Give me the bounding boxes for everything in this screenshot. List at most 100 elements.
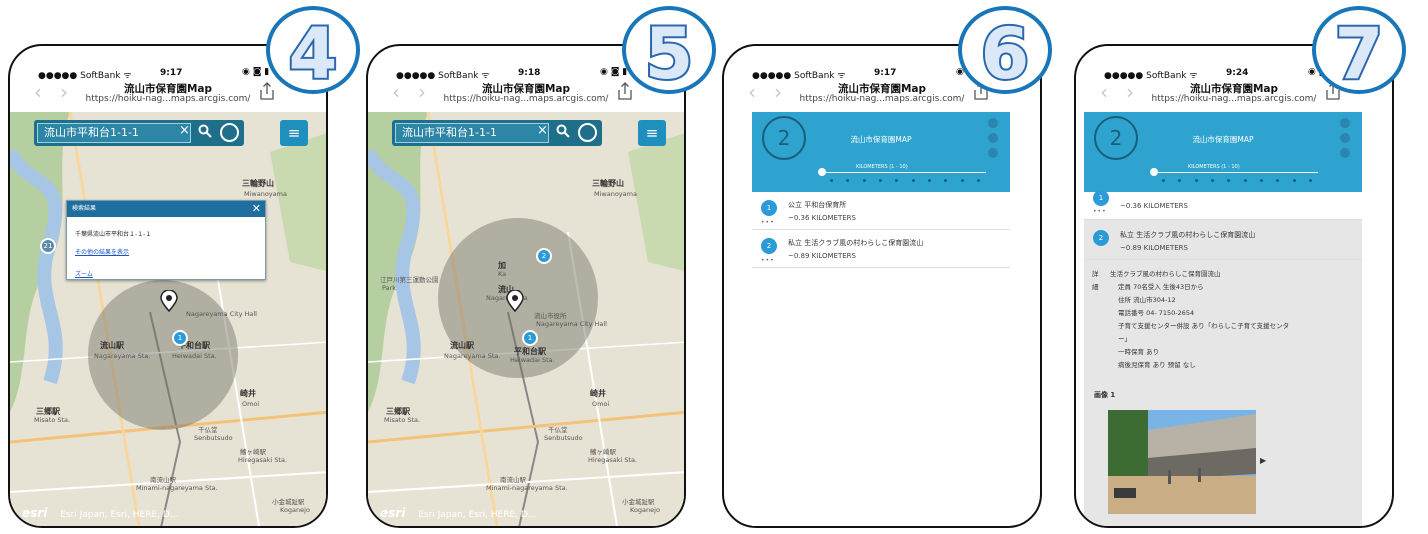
collapse-icon[interactable] <box>1340 133 1350 143</box>
clock: 9:18 <box>518 68 541 78</box>
slider-handle[interactable] <box>1150 168 1158 176</box>
map-label: Koganejo <box>280 506 310 514</box>
result-number: 2 <box>1093 230 1109 246</box>
locate-icon[interactable] <box>578 123 597 142</box>
step-badge-5: 5 <box>622 6 716 96</box>
menu-button[interactable]: ≡ <box>638 120 666 146</box>
map-view[interactable]: 流山市平和台1-1-1 × ≡ 三輪野山 Miwanoyama 加 Ka 流山 … <box>368 112 684 526</box>
panel-controls <box>1340 118 1350 163</box>
map-label: 小金城趾駅 <box>272 498 305 506</box>
detail-line: 一時保育 あり <box>1118 348 1160 356</box>
map-label: 三輪野山 <box>242 179 274 188</box>
step-badge-4: 4 <box>266 6 360 96</box>
map-label: Miwanoyama <box>244 190 287 198</box>
list-item[interactable]: 1 公立 平和台保育所 ~0.36 KILOMETERS ••• <box>752 192 1010 230</box>
location-pin-icon <box>160 290 178 312</box>
zoom-link[interactable]: ズーム <box>75 269 93 278</box>
list-item[interactable]: 2 私立 生活クラブ風の村わらしこ保育園流山 ~0.89 KILOMETERS … <box>752 230 1010 268</box>
map-label: 鰭ヶ崎駅 <box>590 448 616 456</box>
map-label: Senbutsudo <box>544 434 583 442</box>
clear-icon[interactable]: × <box>179 123 190 138</box>
info-icon[interactable] <box>988 148 998 158</box>
map-label: 小金城趾駅 <box>622 498 655 506</box>
step-number: 7 <box>1333 12 1386 96</box>
map-label: Nagareyama City Hall <box>186 310 257 318</box>
close-icon[interactable] <box>1340 118 1350 128</box>
detail-line: 子育て支援センター併設 あり「わらしこ子育て支援センタ <box>1118 322 1290 330</box>
distance-slider[interactable] <box>824 172 986 173</box>
esri-logo: esri <box>22 506 48 520</box>
clock: 9:17 <box>160 68 183 78</box>
image-label: 画像 1 <box>1094 391 1116 399</box>
search-input[interactable]: 流山市平和台1-1-1 <box>37 123 191 143</box>
close-icon[interactable]: ✕ <box>252 202 261 215</box>
collapse-icon[interactable] <box>988 133 998 143</box>
detail-line: 病後児保育 あり 预留 なし <box>1118 361 1196 369</box>
clock: 9:24 <box>1226 68 1249 78</box>
result-marker[interactable]: 2 <box>536 248 552 264</box>
url-text[interactable]: https://hoiku-nag...maps.arcgis.com/ <box>368 94 684 104</box>
detail-line: 電話番号 04- 7150-2654 <box>1118 309 1195 317</box>
popup-address: 千葉県流山市平和台１-１-１ <box>75 231 152 238</box>
map-label: Hiregasaki Sta. <box>588 456 638 464</box>
facility-name: 私立 生活クラブ風の村わらしこ保育園流山 <box>788 239 924 247</box>
detail-line: 生活クラブ風の村わらしこ保育園流山 <box>1110 270 1221 278</box>
panel-title: 流山市保育園MAP <box>850 135 912 144</box>
detail-line: ー」 <box>1118 335 1131 343</box>
detail-line: 住所 流山市304-12 <box>1118 296 1176 304</box>
list-item[interactable]: 1 ~0.36 KILOMETERS ••• <box>1084 190 1362 220</box>
map-label: Ka <box>498 270 507 278</box>
phone-screen-6: ●●●●● SoftBank ᯤ 9:17 ◉ ◙ ▮ ‹ › 流山市保育園Ma… <box>722 44 1042 528</box>
info-icon[interactable] <box>1340 148 1350 158</box>
close-icon[interactable] <box>988 118 998 128</box>
locate-icon[interactable] <box>220 123 239 142</box>
search-icon[interactable] <box>556 124 570 138</box>
facility-distance: ~0.36 KILOMETERS <box>1120 202 1188 210</box>
detail-side-label: 詳 細 <box>1092 268 1102 294</box>
result-number: 1 <box>1093 190 1109 206</box>
map-label: Minami-nagareyama Sta. <box>136 484 218 492</box>
clear-icon[interactable]: × <box>537 123 548 138</box>
slider-handle[interactable] <box>818 168 826 176</box>
more-icon[interactable]: ••• <box>761 219 775 226</box>
facility-name: 私立 生活クラブ風の村わらしこ保育園流山 <box>1120 231 1256 239</box>
url-text[interactable]: https://hoiku-nag...maps.arcgis.com/ <box>10 94 326 104</box>
more-results-link[interactable]: その他の結果を表示 <box>75 247 129 256</box>
more-icon[interactable]: ••• <box>1093 208 1107 215</box>
next-image-icon[interactable]: ▶ <box>1260 456 1266 465</box>
map-label: 崎井 <box>240 389 256 398</box>
facility-name: 公立 平和台保育所 <box>788 201 847 209</box>
search-icon[interactable] <box>198 124 212 138</box>
url-text[interactable]: https://hoiku-nag...maps.arcgis.com/ <box>724 94 1040 104</box>
result-marker[interactable]: 1 <box>172 330 188 346</box>
facility-detail: 詳 細 生活クラブ風の村わらしこ保育園流山 定員 70名受入 生後43日から 住… <box>1092 268 1354 372</box>
map-label: 三輪野山 <box>592 179 624 188</box>
map-label: Koganejo <box>630 506 660 514</box>
distance-slider[interactable] <box>1156 172 1318 173</box>
map-label: Hiregasaki Sta. <box>238 456 288 464</box>
menu-button[interactable]: ≡ <box>280 120 308 146</box>
panel-header: 2 流山市保育園MAP KILOMETERS (1 - 10) <box>1084 112 1362 192</box>
map-label: Omoi <box>242 400 260 408</box>
more-icon[interactable]: ••• <box>761 257 775 264</box>
result-marker[interactable]: 1 <box>522 330 538 346</box>
map-label: 崎井 <box>590 389 606 398</box>
attribution-text: Esri Japan, Esri, HERE, D... <box>60 510 179 520</box>
step-number: 5 <box>643 12 696 96</box>
detail-side-char: 詳 <box>1092 270 1099 278</box>
map-attribution: esri Esri Japan, Esri, HERE, D... <box>380 506 536 520</box>
map-label: Senbutsudo <box>194 434 233 442</box>
map-label: Park <box>382 284 397 292</box>
search-input[interactable]: 流山市平和台1-1-1 <box>395 123 549 143</box>
phone-screen-5: ●●●●● SoftBank ᯤ 9:18 ◉ ◙ ▮ ‹ › 流山市保育園Ma… <box>366 44 686 528</box>
panel-header: 2 流山市保育園MAP KILOMETERS (1 - 10) <box>752 112 1010 192</box>
step-badge-6: 6 <box>958 6 1052 96</box>
url-text[interactable]: https://hoiku-nag...maps.arcgis.com/ <box>1076 94 1392 104</box>
facility-photo-image <box>1108 410 1256 514</box>
map-label: 流山駅 <box>450 341 474 350</box>
list-item[interactable]: 2 私立 生活クラブ風の村わらしこ保育園流山 ~0.89 KILOMETERS <box>1084 222 1362 260</box>
facility-photo[interactable] <box>1108 410 1256 514</box>
search-bar[interactable]: 流山市平和台1-1-1 × <box>34 120 244 146</box>
map-view[interactable]: 流山市平和台1-1-1 × ≡ 三輪野山 Miwanoyama 流山駅 Naga… <box>10 112 326 526</box>
search-bar[interactable]: 流山市平和台1-1-1 × <box>392 120 602 146</box>
